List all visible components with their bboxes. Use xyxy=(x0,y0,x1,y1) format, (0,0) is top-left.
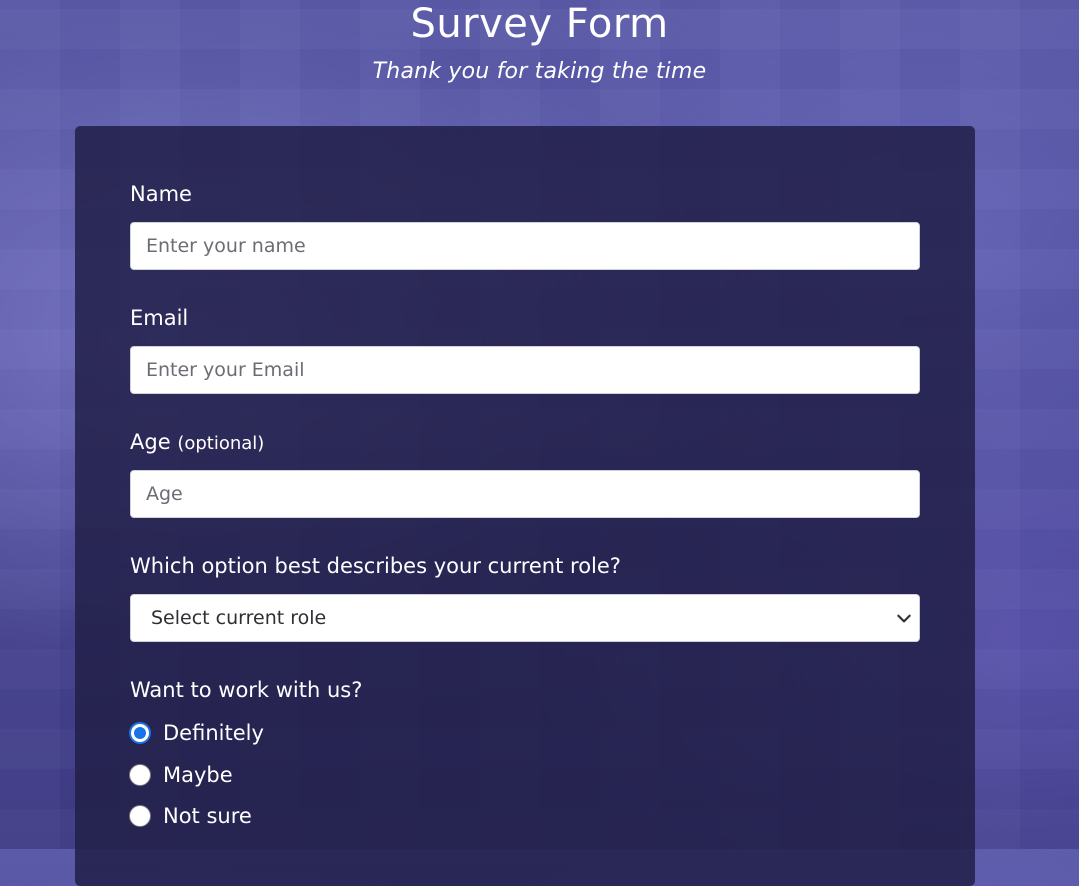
name-input[interactable] xyxy=(130,222,920,270)
radio-label-not-sure: Not sure xyxy=(163,804,252,828)
radio-button-not-sure[interactable] xyxy=(129,805,151,827)
name-label: Name xyxy=(130,182,192,206)
work-with-us-label: Want to work with us? xyxy=(130,678,363,702)
age-optional-hint: (optional) xyxy=(177,433,265,454)
radio-button-maybe[interactable] xyxy=(129,764,151,786)
radio-button-definitely[interactable] xyxy=(129,722,151,744)
age-label-group: Age (optional) xyxy=(130,428,264,458)
page-subtitle: Thank you for taking the time xyxy=(372,59,707,84)
role-select[interactable]: Select current role xyxy=(130,594,920,642)
age-label: Age xyxy=(130,430,171,454)
radio-option-definitely[interactable]: Definitely xyxy=(129,718,264,748)
radio-label-maybe: Maybe xyxy=(163,763,233,787)
page-title: Survey Form xyxy=(410,1,669,47)
survey-form: Name Email Age (optional) Which option b… xyxy=(75,126,975,886)
radio-option-not-sure[interactable]: Not sure xyxy=(129,801,252,831)
email-label: Email xyxy=(130,306,189,330)
chevron-down-icon xyxy=(897,614,911,623)
role-label: Which option best describes your current… xyxy=(130,554,621,578)
email-input[interactable] xyxy=(130,346,920,394)
radio-label-definitely: Definitely xyxy=(163,721,264,745)
age-input[interactable] xyxy=(130,470,920,518)
role-select-value: Select current role xyxy=(151,607,327,629)
radio-option-maybe[interactable]: Maybe xyxy=(129,760,233,790)
